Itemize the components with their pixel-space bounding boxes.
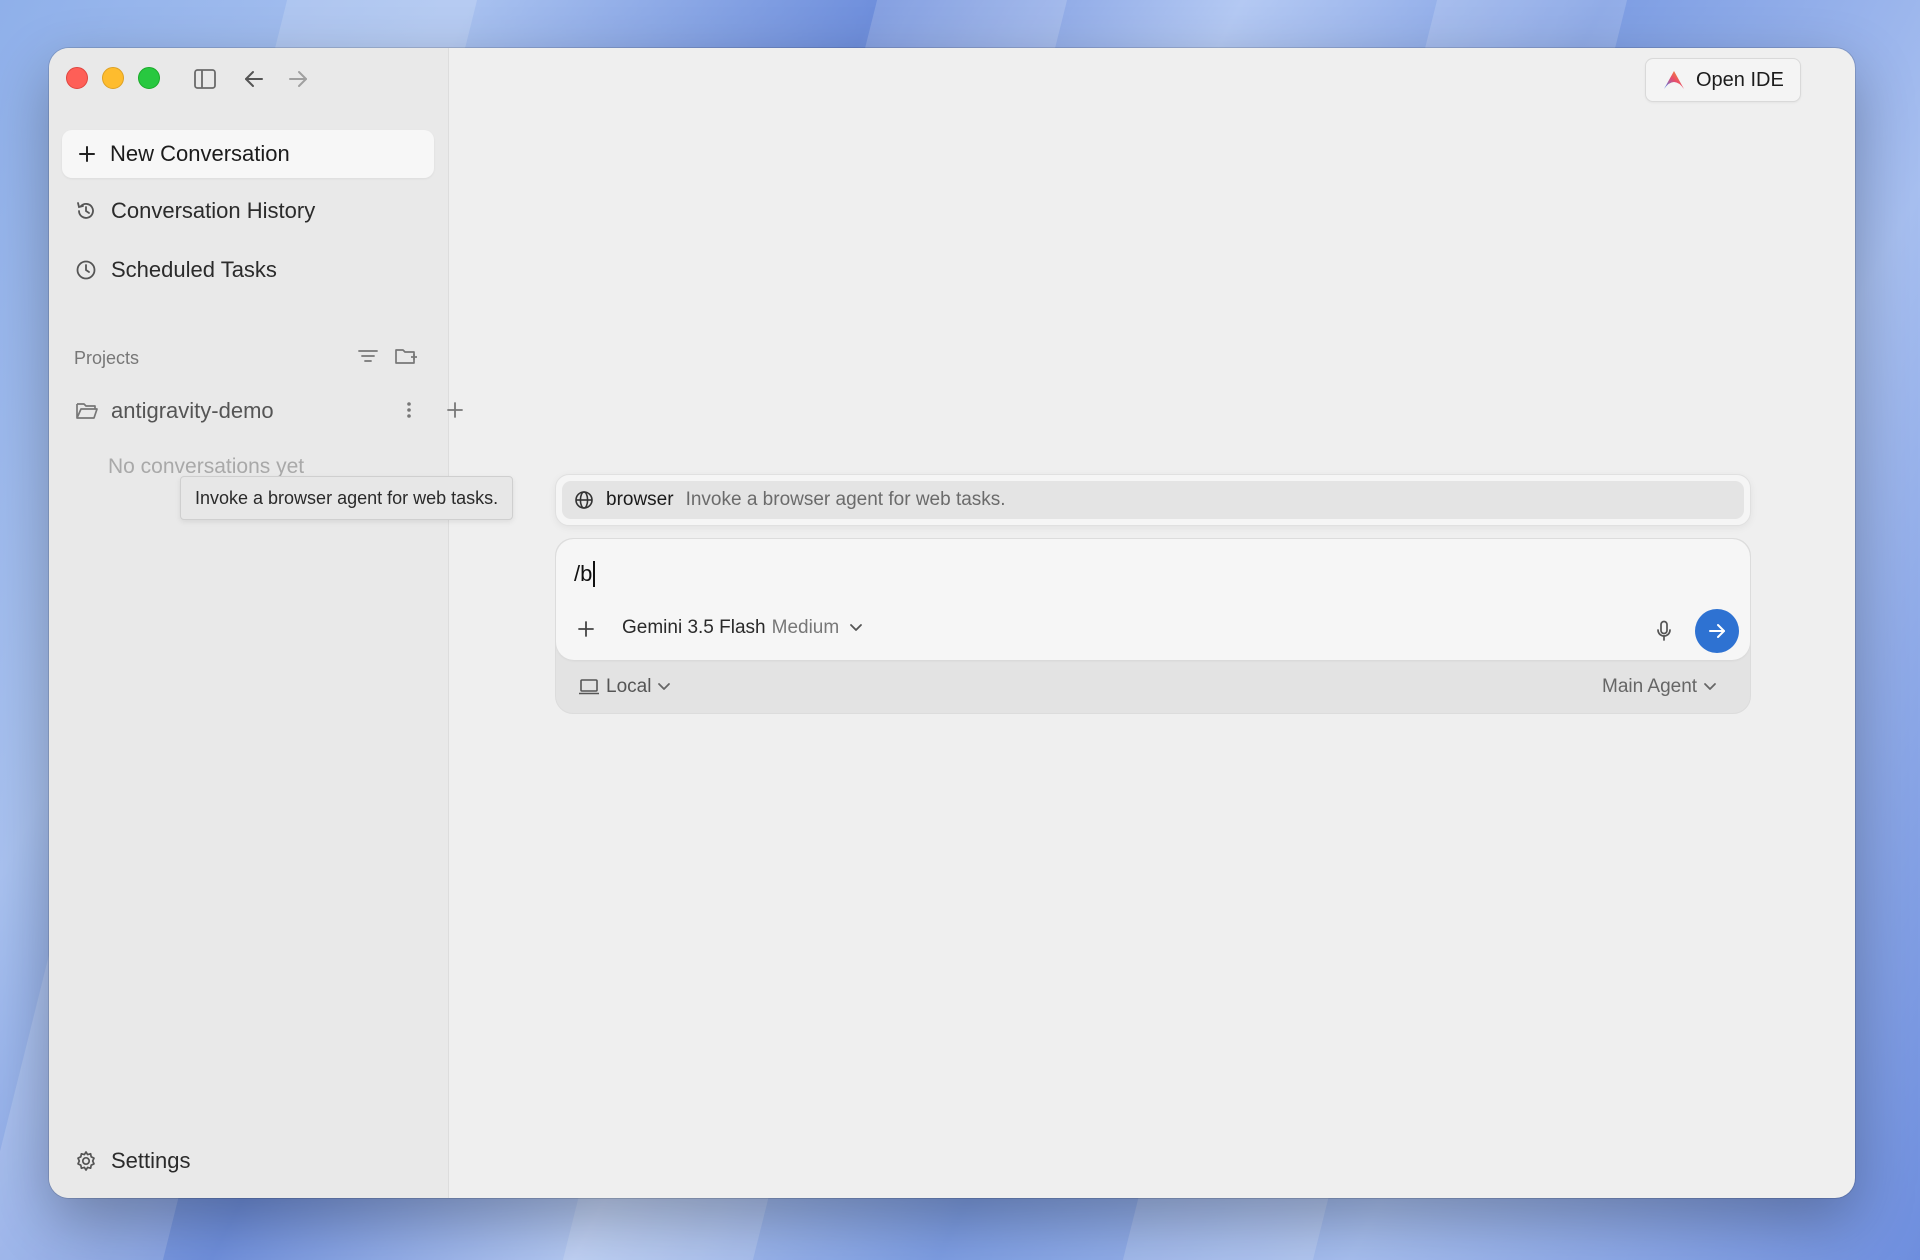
- globe-icon: [574, 490, 594, 510]
- project-actions: [399, 398, 467, 422]
- sidebar-item-scheduled-tasks[interactable]: Scheduled Tasks: [75, 257, 277, 283]
- attach-plus-icon[interactable]: [574, 617, 598, 641]
- agent-label: Main Agent: [1602, 676, 1698, 697]
- back-arrow-icon[interactable]: [240, 65, 268, 93]
- clock-icon: [75, 259, 97, 281]
- command-suggestion-browser[interactable]: browser Invoke a browser agent for web t…: [562, 481, 1744, 519]
- gear-icon: [75, 1150, 97, 1172]
- new-folder-icon[interactable]: [392, 344, 420, 368]
- send-button[interactable]: [1695, 609, 1739, 653]
- message-input[interactable]: /b: [574, 561, 596, 587]
- new-conversation-button[interactable]: New Conversation: [62, 130, 434, 178]
- antigravity-logo-icon: [1662, 69, 1686, 91]
- forward-arrow-icon[interactable]: [284, 65, 312, 93]
- arrow-right-icon: [1707, 622, 1727, 640]
- sidebar-item-label: Scheduled Tasks: [111, 257, 277, 282]
- chevron-down-icon: [657, 682, 671, 692]
- open-ide-label: Open IDE: [1696, 68, 1784, 91]
- agent-selector[interactable]: Main Agent: [1602, 676, 1717, 698]
- folder-open-icon: [75, 401, 99, 421]
- window-controls: [66, 67, 160, 89]
- microphone-icon[interactable]: [1652, 618, 1676, 644]
- message-input-value: /b: [574, 561, 593, 586]
- suggestion-tooltip: Invoke a browser agent for web tasks.: [180, 476, 514, 520]
- chevron-down-icon: [849, 623, 863, 633]
- projects-actions: [354, 344, 420, 368]
- suggestion-description: Invoke a browser agent for web tasks.: [685, 489, 1006, 510]
- new-conversation-label: New Conversation: [110, 141, 290, 166]
- add-conversation-icon[interactable]: [443, 398, 467, 422]
- environment-label: Local: [606, 676, 652, 697]
- composer-input-area: /b Gemini 3.5 Flash Medium: [556, 539, 1750, 660]
- settings-label: Settings: [111, 1148, 191, 1173]
- message-composer: /b Gemini 3.5 Flash Medium Local Main Ag…: [555, 538, 1751, 714]
- more-vertical-icon[interactable]: [399, 398, 419, 422]
- filter-icon[interactable]: [354, 344, 382, 368]
- suggestion-name: browser: [606, 489, 674, 510]
- open-ide-button[interactable]: Open IDE: [1645, 58, 1801, 102]
- settings-button[interactable]: Settings: [75, 1148, 191, 1174]
- model-level: Medium: [771, 617, 840, 638]
- chevron-down-icon: [1703, 682, 1717, 692]
- project-name: antigravity-demo: [111, 398, 274, 423]
- history-icon: [75, 200, 97, 222]
- laptop-icon: [578, 678, 600, 696]
- command-suggestion-list: browser Invoke a browser agent for web t…: [555, 474, 1751, 526]
- zoom-window-button[interactable]: [138, 67, 160, 89]
- model-name: Gemini 3.5 Flash: [622, 617, 766, 638]
- text-caret: [593, 561, 596, 587]
- sidebar: New Conversation Conversation History Sc…: [49, 48, 463, 1198]
- app-window: New Conversation Conversation History Sc…: [49, 48, 1855, 1198]
- model-selector[interactable]: Gemini 3.5 Flash Medium: [622, 617, 863, 639]
- minimize-window-button[interactable]: [102, 67, 124, 89]
- projects-section-label: Projects: [74, 348, 140, 368]
- sidebar-item-label: Conversation History: [111, 198, 316, 223]
- sidebar-toggle-icon[interactable]: [191, 65, 219, 93]
- close-window-button[interactable]: [66, 67, 88, 89]
- plus-icon: [78, 145, 96, 163]
- sidebar-item-conversation-history[interactable]: Conversation History: [75, 198, 315, 224]
- environment-selector[interactable]: Local: [578, 676, 671, 698]
- project-item-antigravity-demo[interactable]: antigravity-demo: [75, 398, 274, 424]
